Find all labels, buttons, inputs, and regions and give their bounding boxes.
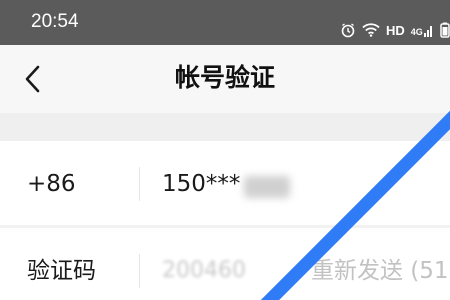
status-time: 20:54	[31, 11, 79, 32]
masked-phone-digits	[244, 176, 290, 198]
page-title: 帐号验证	[174, 63, 275, 92]
row-divider	[139, 167, 140, 201]
battery-icon	[440, 22, 450, 38]
signal-icon: 4G	[411, 23, 434, 37]
resend-code-button[interactable]: 重新发送 (51	[311, 256, 449, 286]
alarm-icon	[340, 22, 356, 38]
navigation-bar: 帐号验证	[0, 45, 450, 113]
phone-number: 150***	[162, 171, 241, 197]
network-type: 4G	[410, 27, 423, 37]
wifi-icon	[362, 23, 380, 37]
verification-code-input[interactable]	[162, 250, 282, 290]
row-divider	[139, 254, 140, 288]
verification-code-row: 验证码 重新发送 (51	[0, 228, 450, 300]
hd-badge: HD	[386, 22, 405, 38]
country-code[interactable]: +86	[27, 169, 76, 199]
phone-row: +86 150***	[0, 141, 450, 225]
status-bar: 20:54 HD 4G	[0, 0, 450, 45]
verification-code-label: 验证码	[27, 258, 96, 284]
status-icons: HD 4G	[340, 20, 450, 40]
section-gap	[0, 113, 450, 141]
